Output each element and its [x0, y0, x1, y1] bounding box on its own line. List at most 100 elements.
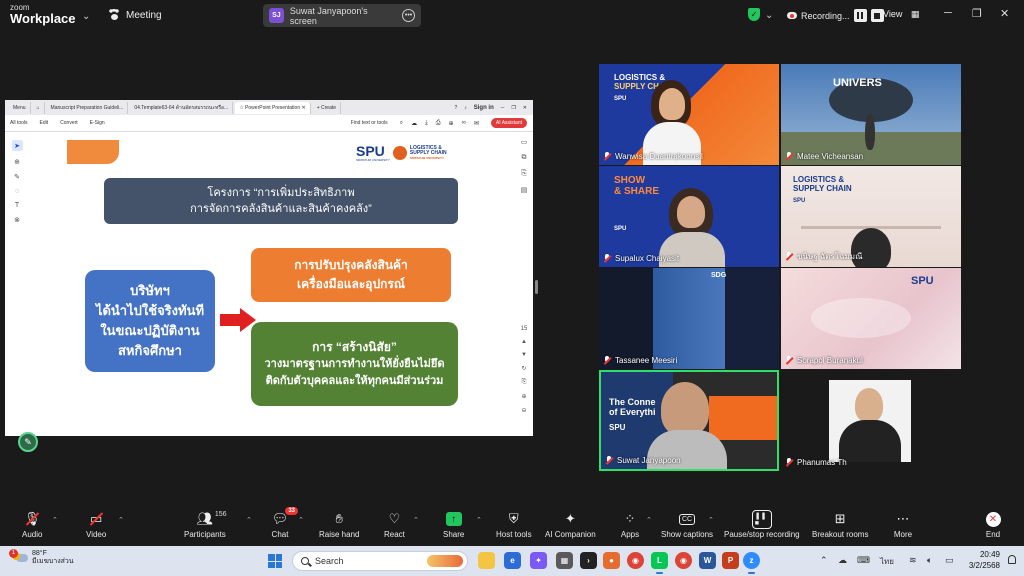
toolbar-edit[interactable]: Edit	[40, 120, 49, 126]
help-icon[interactable]: ?	[454, 105, 457, 111]
language-indicator[interactable]: ไทย	[880, 555, 894, 568]
system-clock[interactable]: 20:49 3/2/2568	[968, 550, 1000, 572]
participant-tile[interactable]: SDG Tassanee Meesiri	[599, 268, 779, 369]
search-icon[interactable]: ⌕	[400, 120, 403, 127]
react-button[interactable]: ♡ React	[384, 510, 405, 539]
cloud-tray-icon[interactable]: ☁	[838, 555, 847, 566]
participant-tile-speaking[interactable]: The Conne of Everythi SPU Suwat Janyapoo…	[599, 370, 779, 471]
participant-tile[interactable]: Phanumas Th	[781, 370, 961, 471]
browser-tab-template[interactable]: 04.Template63-64 ด้านอัตรสมรรถนะหรือ...	[130, 101, 234, 114]
chat-caret[interactable]: ⌃	[298, 516, 304, 524]
refresh-icon[interactable]: ↻	[521, 365, 526, 372]
copilot-icon[interactable]: ✦	[530, 552, 547, 569]
minimize-icon[interactable]: ─	[944, 7, 952, 19]
taskbar-search[interactable]: Search	[292, 551, 468, 571]
minimize-icon[interactable]: ─	[501, 105, 505, 111]
annotate-pen-icon[interactable]: ✎	[18, 432, 38, 452]
file-icon[interactable]: ⎘	[522, 379, 527, 386]
store-icon[interactable]: ▦	[556, 552, 573, 569]
chrome-icon[interactable]: ◉	[627, 552, 644, 569]
close-tab-icon[interactable]: ✕	[300, 105, 305, 111]
find-text-field[interactable]: Find text or tools	[351, 120, 388, 126]
pause-recording-control[interactable]: ❚❚ ■ Pause/stop recording	[724, 509, 800, 539]
zoom-out-icon[interactable]: ⊖	[521, 407, 526, 414]
show-captions-button[interactable]: CC Show captions	[661, 510, 713, 539]
speaker-icon[interactable]: 🔈︎	[927, 555, 932, 566]
security-shield-icon[interactable]: ✓	[748, 8, 760, 21]
battery-icon[interactable]: ▭	[945, 555, 954, 566]
mail-icon[interactable]: ✉	[474, 120, 479, 127]
close-icon[interactable]: ✕	[1000, 7, 1009, 20]
presenter-screen-pill[interactable]: SJ Suwat Janyapoon's screen •••	[263, 4, 421, 27]
participant-tile[interactable]: LOGISTICS & SUPPLY CHAIN SPU Wanwisa Dua…	[599, 64, 779, 165]
pages-icon[interactable]: ▤	[521, 186, 528, 194]
edge-icon[interactable]: e	[504, 552, 521, 569]
notification-bell-icon[interactable]	[1008, 555, 1016, 564]
video-button[interactable]: ▭ Video	[86, 510, 106, 539]
react-caret[interactable]: ⌃	[413, 516, 419, 524]
download-icon[interactable]: ⤓	[425, 120, 428, 127]
end-button[interactable]: ✕ End	[983, 510, 1003, 539]
toolbar-esign[interactable]: E-Sign	[90, 120, 105, 126]
browser-tab-create[interactable]: + Create	[313, 101, 342, 114]
zoom-app-icon[interactable]: z	[743, 552, 760, 574]
more-options-icon[interactable]: •••	[402, 9, 415, 22]
powerpoint-icon[interactable]: P	[722, 552, 739, 569]
zoom-in-icon[interactable]: ⊕	[521, 393, 526, 400]
captions-caret[interactable]: ⌃	[708, 516, 714, 524]
chevron-down-icon[interactable]: ⌄	[765, 10, 773, 21]
splitter-handle[interactable]	[535, 280, 538, 294]
stop-recording-button[interactable]	[870, 9, 884, 22]
ai-companion-button[interactable]: ✦ AI Companion	[545, 510, 596, 539]
page-up-icon[interactable]: ▲	[521, 339, 527, 345]
terminal-icon[interactable]: ›	[580, 552, 597, 569]
attach-icon[interactable]: ⎘	[521, 170, 527, 178]
bookmark-icon[interactable]: ⧉	[522, 154, 527, 162]
browser-tab-menu[interactable]: Menu	[9, 101, 31, 114]
browser-tab-manuscript[interactable]: Manuscript Preparation Guideli...	[47, 101, 129, 114]
view-button[interactable]: View ▦	[883, 9, 919, 20]
chevron-down-icon[interactable]: ⌄	[82, 11, 90, 22]
participants-button[interactable]: 👥︎ 156 Participants	[184, 510, 227, 539]
chat-button[interactable]: 💬︎ 33 Chat	[270, 507, 298, 539]
keyboard-icon[interactable]: ⌨	[857, 555, 870, 566]
zoom-icon[interactable]: ⊕	[449, 120, 454, 127]
participant-tile[interactable]: LOGISTICS & SUPPLY CHAIN SPU ขนิษฐ ฉัตรโ…	[781, 166, 961, 267]
video-options-caret[interactable]: ⌃	[118, 516, 124, 524]
raise-hand-button[interactable]: ✋︎ Raise hand	[319, 510, 359, 539]
cloud-icon[interactable]: ☁	[411, 120, 417, 127]
wifi-icon[interactable]: ≋	[909, 555, 917, 566]
shared-screen[interactable]: Menu ⌂ Manuscript Preparation Guideli...…	[5, 100, 533, 436]
text-icon[interactable]: T	[15, 202, 19, 209]
firefox-icon[interactable]: ●	[603, 552, 620, 569]
toolbar-convert[interactable]: Convert	[60, 120, 78, 126]
stamp-icon[interactable]: ⊗	[14, 216, 20, 224]
ai-assistant-button[interactable]: AI Assistant	[490, 118, 527, 128]
participant-tile[interactable]: UNIVERS Matee Vicheansan	[781, 64, 961, 165]
link-icon[interactable]: ∞	[462, 120, 466, 127]
start-button[interactable]	[268, 554, 282, 568]
browser-tab-powerpoint[interactable]: ☆ PowerPoint Presentation ✕	[235, 101, 311, 114]
home-icon[interactable]: ⌂	[33, 101, 45, 114]
meeting-menu[interactable]: Meeting	[108, 9, 162, 21]
sign-in-link[interactable]: Sign in	[474, 105, 494, 111]
audio-button[interactable]: 🎙︎ Audio	[22, 510, 42, 539]
breakout-rooms-button[interactable]: ⊞ Breakout rooms	[812, 510, 868, 539]
file-explorer-icon[interactable]	[478, 552, 495, 569]
print-icon[interactable]: ⎙	[436, 120, 441, 127]
weather-widget[interactable]: 1 88°F มีเมฆบางส่วน	[9, 548, 74, 567]
share-caret[interactable]: ⌃	[476, 516, 482, 524]
tray-overflow-icon[interactable]: ⌃	[820, 555, 828, 566]
maximize-icon[interactable]: ❐	[511, 105, 515, 111]
line-app-icon[interactable]: L	[651, 552, 668, 574]
toolbar-all-tools[interactable]: All tools	[10, 120, 28, 126]
cursor-icon[interactable]: ➤	[11, 140, 23, 151]
comment-icon[interactable]: ▭	[521, 138, 528, 146]
apps-button[interactable]: ⁘ Apps	[620, 510, 640, 539]
bell-icon[interactable]: ♪	[464, 105, 467, 111]
close-icon[interactable]: ✕	[523, 105, 527, 111]
participant-tile[interactable]: SPU Sorapol Buranakul	[781, 268, 961, 369]
maximize-icon[interactable]: ❐	[972, 7, 982, 20]
audio-options-caret[interactable]: ⌃	[52, 516, 58, 524]
host-tools-button[interactable]: ⛨ Host tools	[496, 510, 532, 539]
